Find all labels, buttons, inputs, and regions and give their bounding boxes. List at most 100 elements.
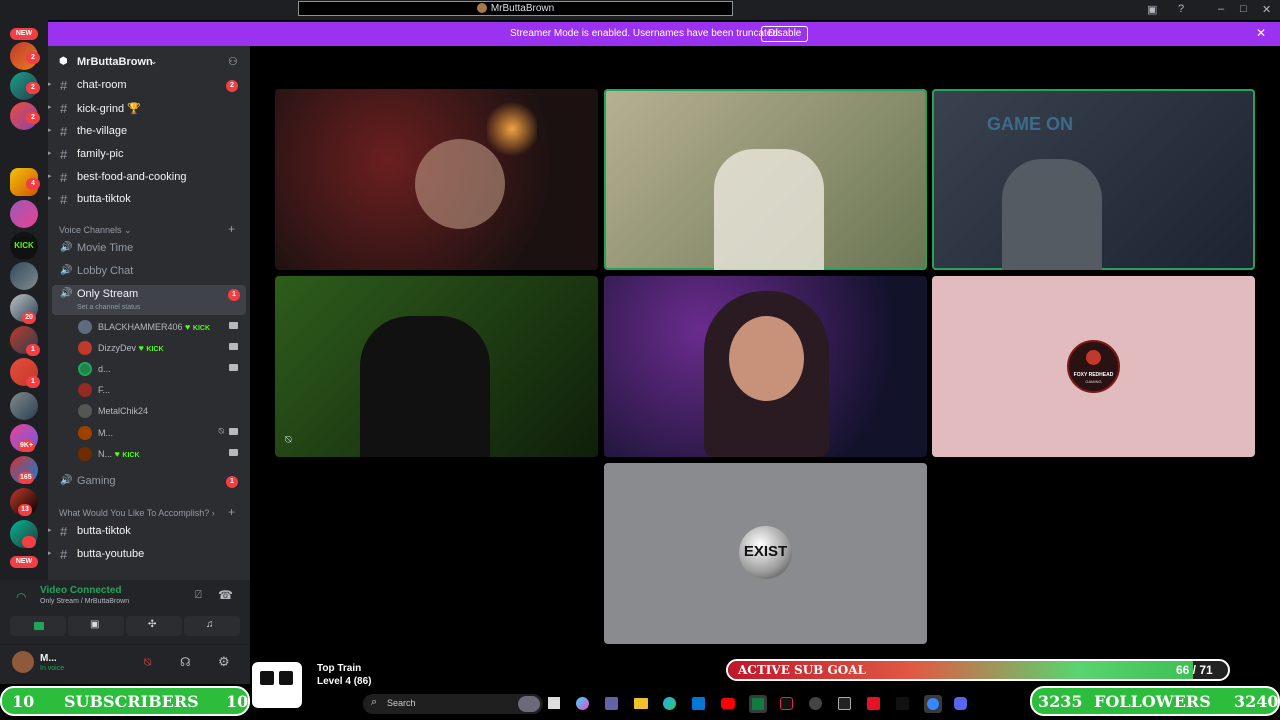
speaker-icon: 🔊: [60, 475, 73, 486]
channel-butta-youtube[interactable]: ▸ # butta-youtube: [48, 545, 250, 565]
app-icon[interactable]: [809, 697, 822, 710]
category-accomplish[interactable]: What Would You Like To Accomplish? ›: [59, 508, 215, 518]
voice-channel-lobby-chat[interactable]: 🔊 Lobby Chat: [48, 262, 250, 282]
voice-user[interactable]: M... ⍉: [76, 424, 248, 442]
avatar: [78, 320, 92, 334]
heart-icon: ♥: [114, 449, 120, 459]
user-name-text: DizzyDev: [98, 343, 137, 353]
youtube-icon[interactable]: [721, 698, 735, 709]
voice-location[interactable]: Only Stream / MrButtaBrown: [40, 598, 129, 605]
camera-button[interactable]: [10, 616, 66, 636]
channel-sidebar: ⬢ MrButtaBrown ⌄ ⚇ ▸ # chat-room 2 ▸ # kick-g…: [48, 46, 250, 580]
sub-goal-label: ACTIVE SUB GOAL: [738, 663, 866, 677]
channel-butta-tiktok-2[interactable]: ▸ # butta-tiktok: [48, 522, 250, 542]
add-channel-icon[interactable]: +: [228, 505, 235, 519]
noise-suppression-icon[interactable]: ⍁: [195, 589, 202, 602]
channel-name: butta-tiktok: [77, 193, 131, 205]
headphones-icon[interactable]: ☊: [180, 655, 191, 669]
server-badge: 20: [22, 312, 36, 324]
soundboard-icon: ♫: [206, 619, 214, 630]
search-highlight-icon[interactable]: [518, 696, 540, 712]
muted-mic-icon[interactable]: ⍉: [144, 655, 151, 670]
voice-user[interactable]: d...: [76, 360, 248, 378]
followers-start-value: 3235: [1038, 692, 1083, 711]
server-icon[interactable]: [10, 262, 38, 290]
video-tile-2[interactable]: [604, 89, 927, 270]
screen-share-icon[interactable]: ▣: [1147, 3, 1157, 16]
expand-icon: ▸: [48, 195, 52, 202]
search-placeholder: Search: [387, 698, 416, 708]
excel-active-icon[interactable]: [749, 695, 767, 713]
maximize-icon[interactable]: □: [1240, 3, 1247, 15]
channel-chat-room[interactable]: ▸ # chat-room 2: [48, 76, 250, 96]
voice-channel-only-stream[interactable]: 🔊 Only Stream Set a channel status 1: [52, 285, 246, 315]
help-icon[interactable]: ?: [1178, 3, 1184, 15]
voice-channel-gaming[interactable]: 🔊 Gaming 1: [48, 472, 250, 492]
voice-user[interactable]: MetalChik24: [76, 402, 248, 420]
tiktok-icon[interactable]: [780, 697, 793, 710]
disable-streamer-mode-button[interactable]: Disable: [761, 26, 809, 42]
app-icon[interactable]: [838, 697, 851, 710]
copilot-icon[interactable]: [576, 697, 589, 710]
capcut-icon[interactable]: [896, 697, 909, 710]
video-tile-4[interactable]: ⍉: [275, 276, 598, 457]
voice-user[interactable]: DizzyDev ♥ KICK: [76, 339, 248, 357]
server-header[interactable]: ⬢ MrButtaBrown ⌄ ⚇: [48, 46, 250, 78]
camera-icon: [229, 428, 238, 435]
channel-butta-tiktok[interactable]: ▸ # butta-tiktok: [48, 190, 250, 210]
channel-the-village[interactable]: ▸ # the-village: [48, 122, 250, 142]
server-badge: 13: [18, 504, 32, 516]
app-active-icon[interactable]: [924, 695, 942, 713]
avatar: [78, 383, 92, 397]
soundboard-button[interactable]: ♫: [184, 616, 240, 636]
close-window-icon[interactable]: ✕: [1262, 3, 1271, 16]
video-tile-5[interactable]: [604, 276, 927, 457]
channel-status[interactable]: Set a channel status: [77, 304, 140, 311]
close-banner-icon[interactable]: ✕: [1256, 26, 1266, 40]
followers-label: FOLLOWERS: [1094, 692, 1211, 711]
train-level: Level 4 (86): [317, 676, 372, 687]
activities-button[interactable]: ✣: [126, 616, 182, 636]
voice-user[interactable]: BLACKHAMMER406 ♥ KICK: [76, 318, 248, 336]
screen-share-icon: ▣: [90, 619, 100, 630]
store-icon[interactable]: [692, 697, 705, 710]
hash-icon: #: [60, 124, 68, 139]
banner-message: Streamer Mode is enabled. Usernames have…: [510, 28, 781, 39]
add-channel-icon[interactable]: +: [228, 222, 235, 236]
task-view-icon[interactable]: [548, 697, 560, 709]
video-tile-7[interactable]: EXIST: [604, 463, 927, 644]
discord-icon[interactable]: [954, 697, 967, 710]
file-explorer-icon[interactable]: [634, 698, 648, 709]
channel-name: Lobby Chat: [77, 265, 134, 277]
signal-icon[interactable]: ◠: [16, 590, 26, 604]
app-icon[interactable]: [867, 697, 880, 710]
avatar: [78, 362, 92, 376]
channel-family-pic[interactable]: ▸ # family-pic: [48, 145, 250, 165]
voice-channel-movie-time[interactable]: 🔊 Movie Time: [48, 239, 250, 259]
expand-icon: ▸: [48, 127, 52, 134]
video-tile-6[interactable]: FOXY REDHEAD GAMING: [932, 276, 1255, 457]
video-tile-3[interactable]: GAME ON: [932, 89, 1255, 270]
server-icon[interactable]: [10, 200, 38, 228]
channel-best-food[interactable]: ▸ # best-food-and-cooking: [48, 168, 250, 188]
edge-icon[interactable]: [663, 697, 676, 710]
channel-kick-grind[interactable]: ▸ # kick-grind 🏆: [48, 99, 250, 119]
gear-icon[interactable]: ⚙: [218, 654, 230, 670]
subscribers-counter: 10 SUBSCRIBERS 10: [0, 686, 250, 716]
minimize-icon[interactable]: –: [1218, 3, 1224, 15]
avatar[interactable]: [12, 651, 34, 673]
voice-user[interactable]: F...: [76, 381, 248, 399]
voice-user[interactable]: N... ♥ KICK: [76, 445, 248, 463]
screen-share-button[interactable]: ▣: [68, 616, 124, 636]
server-name: MrButtaBrown: [77, 56, 153, 68]
teams-icon[interactable]: [605, 697, 618, 710]
taskbar-search[interactable]: ⌕ Search: [363, 694, 543, 714]
disconnect-icon[interactable]: ☎: [218, 588, 233, 602]
user-name: N... ♥ KICK: [98, 449, 140, 459]
avatar: [78, 426, 92, 440]
kick-server-icon[interactable]: KICK: [10, 232, 38, 260]
category-voice-channels[interactable]: Voice Channels ⌄: [59, 225, 132, 236]
server-icon[interactable]: [10, 392, 38, 420]
video-tile-1[interactable]: [275, 89, 598, 270]
add-member-icon[interactable]: ⚇: [228, 55, 238, 68]
